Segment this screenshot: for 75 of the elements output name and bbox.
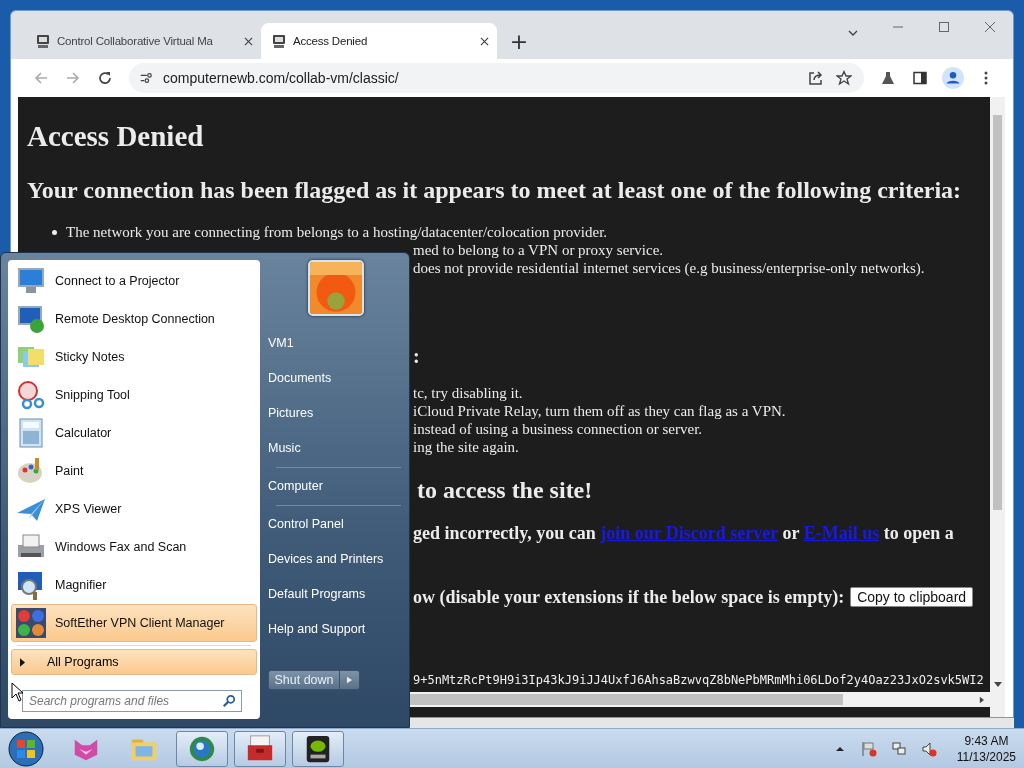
tip-item: iCloud Private Relay, turn them off as they can flag as a VPN. <box>413 402 786 420</box>
caret-right-icon <box>347 676 352 684</box>
shut-down-button[interactable]: Shut down <box>268 670 340 690</box>
start-menu-link[interactable]: Documents <box>268 361 409 396</box>
program-item[interactable]: Windows Fax and Scan <box>11 528 257 566</box>
close-icon[interactable] <box>984 21 996 33</box>
scissors-icon <box>15 379 47 411</box>
user-picture-icon <box>308 260 364 316</box>
side-panel-icon[interactable] <box>912 70 928 86</box>
program-item[interactable]: Calculator <box>11 414 257 452</box>
speaker-icon[interactable] <box>920 740 937 757</box>
flask-icon[interactable] <box>880 70 896 86</box>
code-text: 9+5nMtzRcPt9H9i3Ip43kJ9iJJ4UxfJ6AhsaBzwvqZ8bNePbMRmMhi06LDof2y4Oaz23JxO2svk5WI2 <box>413 673 984 687</box>
vertical-scrollbar[interactable] <box>990 97 1005 717</box>
maximize-icon[interactable] <box>938 21 950 33</box>
program-item[interactable]: Sticky Notes <box>11 338 257 376</box>
start-menu-link[interactable]: Computer <box>268 469 409 504</box>
reload-icon[interactable] <box>97 70 113 86</box>
start-orb-icon[interactable] <box>8 730 44 767</box>
criteria-item: med to belong to a VPN or proxy service. <box>413 241 664 259</box>
four-dots-icon <box>15 607 47 639</box>
program-item[interactable]: Paint <box>11 452 257 490</box>
computer-icon <box>35 33 51 49</box>
new-tab-button[interactable]: + <box>505 25 533 57</box>
share-icon[interactable] <box>808 70 824 86</box>
code-prompt: ow (disable your extensions if the below space is empty): <box>413 586 845 608</box>
tip-item: instead of using a business connection or server. <box>413 420 703 438</box>
shut-down-options-button[interactable] <box>340 670 360 690</box>
search-field[interactable]: Search programs and files <box>22 690 242 712</box>
start-menu-link[interactable]: VM1 <box>268 326 409 361</box>
mouse-cursor-icon <box>11 682 23 702</box>
contact-text: ged incorrectly, you can join our Discord server or E-Mail us to open a <box>413 523 954 543</box>
scroll-right-icon[interactable] <box>979 695 984 704</box>
scroll-down-icon[interactable] <box>993 681 1002 687</box>
clock-date: 11/13/2025 <box>956 748 1016 765</box>
search-icon[interactable] <box>222 694 236 708</box>
criteria-item: The network you are connecting from belongs to a hosting/datacenter/colocation provider. <box>66 223 608 241</box>
close-icon[interactable] <box>244 36 253 46</box>
clock[interactable]: 9:43 AM 11/13/2025 <box>956 732 1016 765</box>
start-menu-link[interactable]: Pictures <box>268 396 409 431</box>
taskbar-button[interactable] <box>292 730 344 767</box>
tip-item: tc, try disabling it. <box>413 384 523 402</box>
criteria-heading: Your connection has been flagged as it appears to meet at least one of the following criteria: <box>27 177 963 203</box>
start-menu-link[interactable]: Control Panel <box>268 507 409 542</box>
address-field[interactable]: computernewb.com/collab-vm/classic/ <box>129 63 864 93</box>
program-item[interactable]: Remote Desktop Connection <box>11 300 257 338</box>
close-icon[interactable] <box>480 36 489 46</box>
program-item[interactable]: Snipping Tool <box>11 376 257 414</box>
tip-item: ing the site again. <box>413 438 519 456</box>
expand-arrow-icon <box>20 657 25 667</box>
browser-tab[interactable]: Access Denied <box>261 23 497 59</box>
copy-button[interactable]: Copy to clipboard <box>850 587 974 607</box>
heading-fragment: : <box>413 345 420 367</box>
program-item[interactable]: XPS Viewer <box>11 490 257 528</box>
browser-tab[interactable]: Control Collaborative Virtual Ma <box>25 23 261 59</box>
criteria-item: does not provide residential internet services (e.g business/enterprise-only networks). <box>413 259 925 277</box>
bullet-icon <box>52 229 57 235</box>
computer-icon <box>271 33 287 49</box>
all-programs-item[interactable]: All Programs <box>11 649 257 675</box>
heading-fragment: to access the site! <box>417 477 593 503</box>
start-menu-link[interactable]: Devices and Printers <box>268 542 409 577</box>
site-settings-icon[interactable] <box>139 71 153 85</box>
flag-icon[interactable] <box>860 740 877 757</box>
start-menu-link[interactable]: Music <box>268 431 409 466</box>
profile-icon[interactable] <box>942 67 964 89</box>
program-item[interactable]: Connect to a Projector <box>11 262 257 300</box>
network-icon[interactable] <box>890 740 907 757</box>
monitor-icon <box>15 303 47 335</box>
program-item[interactable]: Magnifier <box>11 566 257 604</box>
start-menu-link[interactable]: Default Programs <box>268 577 409 612</box>
program-item[interactable]: SoftEther VPN Client Manager <box>11 604 257 642</box>
star-icon[interactable] <box>836 70 852 86</box>
clock-time: 9:43 AM <box>964 732 1009 749</box>
start-menu-link[interactable]: Help and Support <box>268 612 409 647</box>
page-heading: Access Denied <box>27 119 205 153</box>
